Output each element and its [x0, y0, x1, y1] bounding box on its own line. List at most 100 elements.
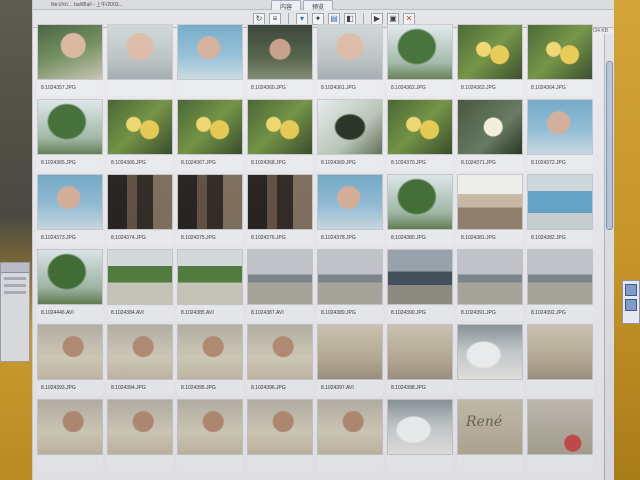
thumbnail-image[interactable]	[37, 24, 103, 80]
thumbnail-image[interactable]	[177, 399, 243, 455]
thumbnail-cell[interactable]: 8.1024398.JPG	[387, 324, 453, 396]
thumbnail-cell[interactable]: 8.1024368.JPG	[247, 99, 313, 171]
thumbnail-cell[interactable]: 8.1024390.JPG	[387, 249, 453, 321]
thumbnail-cell[interactable]	[177, 24, 243, 96]
thumbnail-image[interactable]	[317, 24, 383, 80]
thumbnail-image[interactable]	[387, 99, 453, 155]
thumbnail-image[interactable]	[247, 174, 313, 230]
slideshow-icon[interactable]: ▶	[371, 12, 383, 25]
thumbnail-image[interactable]	[107, 399, 173, 455]
thumbnail-cell[interactable]: 8.1024369.JPG	[317, 99, 383, 171]
thumbnail-cell[interactable]	[457, 324, 523, 396]
thumbnail-cell[interactable]	[37, 399, 103, 471]
thumbnail-image[interactable]	[37, 249, 103, 305]
thumbnail-image[interactable]	[247, 324, 313, 380]
thumbnail-cell[interactable]: 8.1024384.AVI	[107, 249, 173, 321]
stack-icon[interactable]: ▤	[328, 12, 340, 25]
thumbnail-image[interactable]	[527, 324, 593, 380]
thumbnail-image[interactable]	[107, 249, 173, 305]
thumbnail-image[interactable]	[247, 24, 313, 80]
thumbnail-cell[interactable]: 8.1024387.AVI	[247, 249, 313, 321]
scrollbar-thumb[interactable]	[606, 61, 613, 230]
thumbnail-image[interactable]	[247, 399, 313, 455]
thumbnail-cell[interactable]: 8.1024385.AVI	[177, 249, 243, 321]
thumbnail-image[interactable]	[457, 249, 523, 305]
thumbnail-image[interactable]	[387, 24, 453, 80]
thumbnail-image[interactable]	[177, 249, 243, 305]
thumbnail-image[interactable]	[177, 99, 243, 155]
background-window[interactable]	[0, 262, 30, 362]
thumbnail-cell[interactable]: 8.1024357.JPG	[37, 24, 103, 96]
thumbnail-cell[interactable]: René	[457, 399, 523, 471]
thumbnail-image[interactable]	[177, 24, 243, 80]
thumbnail-image[interactable]	[317, 99, 383, 155]
widget-button[interactable]	[625, 299, 637, 311]
filter-icon[interactable]: ▾	[296, 12, 308, 25]
thumbnail-image[interactable]	[317, 174, 383, 230]
thumbnail-image[interactable]	[457, 99, 523, 155]
thumbnail-cell[interactable]	[247, 399, 313, 471]
thumbnail-cell[interactable]: 8.1024360.JPG	[247, 24, 313, 96]
wand-icon[interactable]: ✦	[312, 12, 324, 25]
thumbnail-image[interactable]	[457, 24, 523, 80]
thumbnail-cell[interactable]: 8.1024393.JPG	[37, 324, 103, 396]
thumbnail-cell[interactable]	[107, 399, 173, 471]
thumbnail-image[interactable]: René	[457, 399, 523, 455]
thumbnail-cell[interactable]	[317, 399, 383, 471]
thumbnail-cell[interactable]: 8.1024366.JPG	[107, 99, 173, 171]
thumbnail-image[interactable]	[527, 399, 593, 455]
thumbnail-cell[interactable]: 8.1024395.JPG	[177, 324, 243, 396]
thumbnail-cell[interactable]: 8.1024394.JPG	[107, 324, 173, 396]
save-icon[interactable]: ▣	[387, 12, 399, 25]
thumbnail-image[interactable]	[527, 99, 593, 155]
thumbnail-cell[interactable]	[177, 399, 243, 471]
thumbnail-image[interactable]	[527, 249, 593, 305]
thumbnail-cell[interactable]: 8.1024397.AVI	[317, 324, 383, 396]
thumbnail-image[interactable]	[107, 174, 173, 230]
thumbnail-image[interactable]	[37, 324, 103, 380]
thumbnail-cell[interactable]: 8.1024373.JPG	[37, 174, 103, 246]
thumbnail-image[interactable]	[527, 174, 593, 230]
thumbnail-cell[interactable]: 8.1024396.JPG	[247, 324, 313, 396]
thumbnail-cell[interactable]	[527, 399, 593, 471]
thumbnail-cell[interactable]: 8.1024371.JPG	[457, 99, 523, 171]
thumbnail-image[interactable]	[37, 174, 103, 230]
thumbnail-cell[interactable]: 8.1024374.JPG	[107, 174, 173, 246]
thumbnail-cell[interactable]: 8.1024363.JPG	[457, 24, 523, 96]
thumbnail-image[interactable]	[387, 174, 453, 230]
thumbnail-cell[interactable]: 8.1024370.JPG	[387, 99, 453, 171]
thumbnail-cell[interactable]: 8.1024446.AVI	[37, 249, 103, 321]
thumbnail-cell[interactable]: 8.1024389.JPG	[317, 249, 383, 321]
thumbnail-image[interactable]	[177, 174, 243, 230]
thumbnail-image[interactable]	[457, 174, 523, 230]
thumbnail-image[interactable]	[247, 249, 313, 305]
tab-preview[interactable]: 预览	[303, 0, 334, 11]
thumbnail-image[interactable]	[107, 324, 173, 380]
thumbnail-cell[interactable]: 8.1024382.JPG	[527, 174, 593, 246]
thumbnail-cell[interactable]	[387, 399, 453, 471]
thumbnail-cell[interactable]: 8.1024376.JPG	[247, 174, 313, 246]
thumbnail-cell[interactable]: 8.1024391.JPG	[457, 249, 523, 321]
thumbnail-cell[interactable]: 8.1024364.JPG	[527, 24, 593, 96]
thumbnail-cell[interactable]: 8.1024392.JPG	[527, 249, 593, 321]
thumbnail-image[interactable]	[317, 249, 383, 305]
thumbnail-cell[interactable]: 8.1024362.JPG	[387, 24, 453, 96]
thumbnail-image[interactable]	[37, 99, 103, 155]
thumbnail-image[interactable]	[37, 399, 103, 455]
tab-content[interactable]: 内容	[271, 0, 302, 11]
thumbnail-image[interactable]	[317, 399, 383, 455]
thumbnail-cell[interactable]: 8.1024378.JPG	[317, 174, 383, 246]
thumbnail-cell[interactable]: 8.1024375.JPG	[177, 174, 243, 246]
sort-icon[interactable]: ≡	[269, 12, 281, 25]
thumbnail-cell[interactable]	[527, 324, 593, 396]
thumbnail-image[interactable]	[527, 24, 593, 80]
thumbnail-cell[interactable]	[107, 24, 173, 96]
thumbnail-image[interactable]	[457, 324, 523, 380]
delete-icon[interactable]: ✕	[403, 12, 415, 25]
thumbnail-image[interactable]	[317, 324, 383, 380]
widget-button[interactable]	[625, 284, 637, 296]
thumbnail-image[interactable]	[247, 99, 313, 155]
thumbnail-cell[interactable]: 8.1024381.JPG	[457, 174, 523, 246]
thumbnail-cell[interactable]: 8.1024367.JPG	[177, 99, 243, 171]
thumbnail-cell[interactable]: 8.1024372.JPG	[527, 99, 593, 171]
